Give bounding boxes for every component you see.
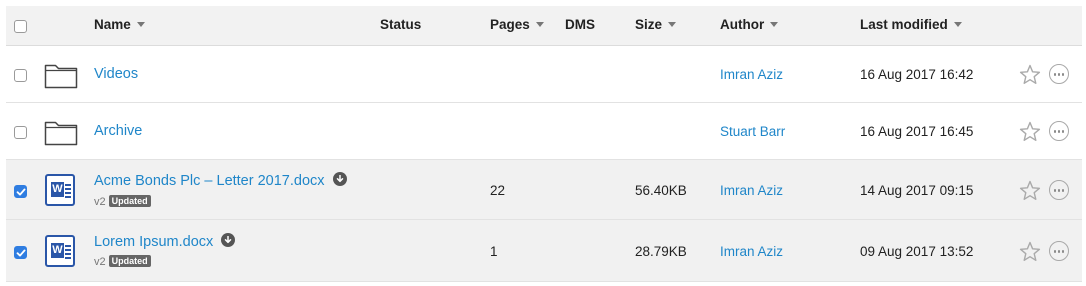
last-modified: 09 Aug 2017 13:52 <box>860 244 974 259</box>
star-icon[interactable] <box>1019 121 1041 142</box>
table-row[interactable]: Archive Stuart Barr 16 Aug 2017 16:45 <box>6 103 1082 160</box>
sort-caret-icon <box>770 21 779 27</box>
column-header-last-modified-label: Last modified <box>860 17 948 32</box>
file-size: 56.40KB <box>635 183 687 198</box>
column-header-name-label: Name <box>94 17 131 32</box>
download-icon[interactable] <box>221 233 236 247</box>
column-header-name[interactable]: Name <box>94 17 145 32</box>
file-size: 28.79KB <box>635 244 687 259</box>
more-options-icon[interactable] <box>1049 180 1069 200</box>
row-checkbox[interactable] <box>14 69 27 82</box>
row-checkbox[interactable] <box>14 126 27 139</box>
last-modified: 14 Aug 2017 09:15 <box>860 183 974 198</box>
more-options-icon[interactable] <box>1049 64 1069 84</box>
column-header-dms: DMS <box>565 17 595 32</box>
star-icon[interactable] <box>1019 180 1041 201</box>
table-row[interactable]: W Acme Bonds Plc – Letter 2017.docx v2 Up… <box>6 160 1082 220</box>
column-header-pages-label: Pages <box>490 17 530 32</box>
author-link[interactable]: Imran Aziz <box>720 244 783 259</box>
sort-caret-icon <box>953 21 962 27</box>
column-header-author-label: Author <box>720 17 765 32</box>
folder-icon <box>44 64 78 89</box>
updated-badge: Updated <box>108 195 151 207</box>
row-checkbox[interactable] <box>14 246 27 259</box>
table-header: Name Status Pages DMS Size Author Last m… <box>6 6 1082 46</box>
version-label: v2 <box>94 256 106 268</box>
version-label: v2 <box>94 196 106 208</box>
last-modified: 16 Aug 2017 16:42 <box>860 67 974 82</box>
select-all-checkbox[interactable] <box>14 20 27 33</box>
column-header-size-label: Size <box>635 17 663 32</box>
updated-badge: Updated <box>108 255 151 267</box>
page-count: 1 <box>490 244 498 259</box>
file-name-link[interactable]: Archive <box>94 123 142 139</box>
file-table: Name Status Pages DMS Size Author Last m… <box>0 0 1086 286</box>
folder-icon <box>44 121 78 146</box>
download-icon[interactable] <box>332 172 347 186</box>
word-document-icon: W <box>45 174 75 206</box>
file-name-wrap: Acme Bonds Plc – Letter 2017.docx <box>94 172 347 189</box>
column-header-pages[interactable]: Pages <box>490 17 544 32</box>
table-row[interactable]: Videos Imran Aziz 16 Aug 2017 16:42 <box>6 46 1082 103</box>
sort-caret-icon <box>535 21 544 27</box>
author-link[interactable]: Imran Aziz <box>720 67 783 82</box>
file-name-link[interactable]: Videos <box>94 66 138 82</box>
page-count: 22 <box>490 183 506 198</box>
column-header-author[interactable]: Author <box>720 17 779 32</box>
sort-caret-icon <box>668 21 677 27</box>
row-checkbox[interactable] <box>14 185 27 198</box>
column-header-dms-label: DMS <box>565 17 595 32</box>
word-document-icon: W <box>45 235 75 267</box>
version-info: v2 Updated <box>94 195 151 208</box>
file-name-link[interactable]: Acme Bonds Plc – Letter 2017.docx <box>94 173 325 189</box>
file-name-link[interactable]: Lorem Ipsum.docx <box>94 234 213 250</box>
sort-caret-icon <box>136 21 145 27</box>
column-header-last-modified[interactable]: Last modified <box>860 17 962 32</box>
column-header-status: Status <box>380 17 421 32</box>
column-header-status-label: Status <box>380 17 422 32</box>
table-row[interactable]: W Lorem Ipsum.docx v2 Updated 1 28.79KB I… <box>6 220 1082 282</box>
file-name-wrap: Lorem Ipsum.docx <box>94 233 236 250</box>
author-link[interactable]: Imran Aziz <box>720 183 783 198</box>
column-header-size[interactable]: Size <box>635 17 677 32</box>
more-options-icon[interactable] <box>1049 241 1069 261</box>
star-icon[interactable] <box>1019 64 1041 85</box>
last-modified: 16 Aug 2017 16:45 <box>860 124 974 139</box>
author-link[interactable]: Stuart Barr <box>720 124 785 139</box>
star-icon[interactable] <box>1019 241 1041 262</box>
more-options-icon[interactable] <box>1049 121 1069 141</box>
version-info: v2 Updated <box>94 255 151 268</box>
